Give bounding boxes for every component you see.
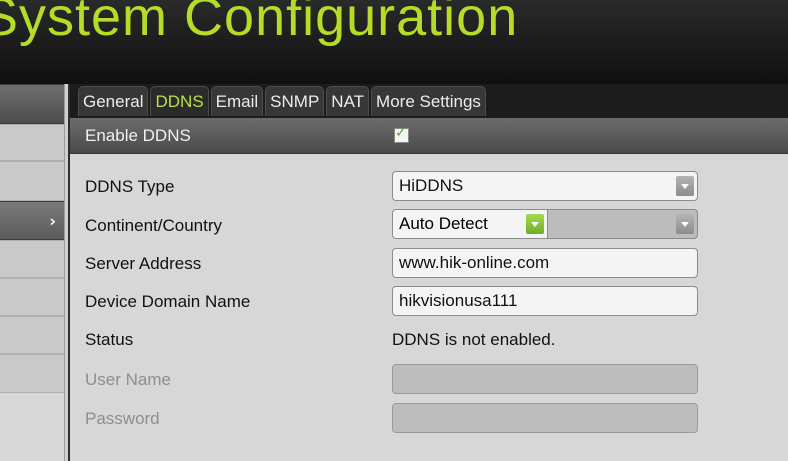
continent-select[interactable]: Auto Detect <box>392 209 548 239</box>
title-bar: System Configuration <box>0 0 788 84</box>
main-panel: General DDNS Email SNMP NAT More Setting… <box>70 84 788 461</box>
continent-value: Auto Detect <box>399 214 488 233</box>
tab-bar: General DDNS Email SNMP NAT More Setting… <box>70 84 788 118</box>
user-name-label: User Name <box>85 370 171 389</box>
sidebar-item-6[interactable] <box>0 278 64 316</box>
enable-ddns-checkbox[interactable]: ✓ <box>394 125 409 143</box>
tab-list: General DDNS Email SNMP NAT More Setting… <box>78 86 486 116</box>
tab-general[interactable]: General <box>78 86 149 116</box>
sidebar-item-3[interactable] <box>0 161 64 201</box>
password-input[interactable] <box>392 403 698 433</box>
sidebar-item-8[interactable] <box>0 354 64 393</box>
tab-more-settings[interactable]: More Settings <box>371 86 486 116</box>
ddns-type-select[interactable]: HiDDNS <box>392 171 698 201</box>
tab-snmp[interactable]: SNMP <box>265 86 325 116</box>
status-value: DDNS is not enabled. <box>392 330 556 349</box>
device-domain-name-label: Device Domain Name <box>85 292 251 311</box>
checkmark-icon: ✓ <box>395 125 407 141</box>
chevron-down-icon[interactable] <box>676 214 694 234</box>
device-domain-name-input[interactable]: hikvisionusa111 <box>392 286 698 316</box>
ddns-type-label: DDNS Type <box>85 177 175 196</box>
server-address-input[interactable]: www.hik-online.com <box>392 248 698 278</box>
sidebar-item-2[interactable] <box>0 124 64 161</box>
tab-nat[interactable]: NAT <box>326 86 370 116</box>
sidebar-item-selected[interactable]: › <box>0 201 64 240</box>
ddns-type-value: HiDDNS <box>399 176 464 195</box>
sidebar-item-1[interactable] <box>0 84 64 124</box>
country-select[interactable] <box>548 209 698 239</box>
chevron-right-icon: › <box>49 211 56 230</box>
enable-ddns-label: Enable DDNS <box>85 126 191 145</box>
tab-email[interactable]: Email <box>210 86 264 116</box>
sidebar: › <box>0 84 64 461</box>
continent-country-label: Continent/Country <box>85 216 223 235</box>
sidebar-item-7[interactable] <box>0 316 64 354</box>
page-title: System Configuration <box>0 0 519 47</box>
chevron-down-icon[interactable] <box>676 176 694 196</box>
server-address-label: Server Address <box>85 254 202 273</box>
status-label: Status <box>85 330 134 349</box>
sidebar-item-5[interactable] <box>0 240 64 278</box>
enable-ddns-row: Enable DDNS ✓ <box>70 118 788 154</box>
password-label: Password <box>85 409 160 428</box>
chevron-down-icon[interactable] <box>526 214 544 234</box>
tab-ddns[interactable]: DDNS <box>150 86 209 116</box>
user-name-input[interactable] <box>392 364 698 394</box>
